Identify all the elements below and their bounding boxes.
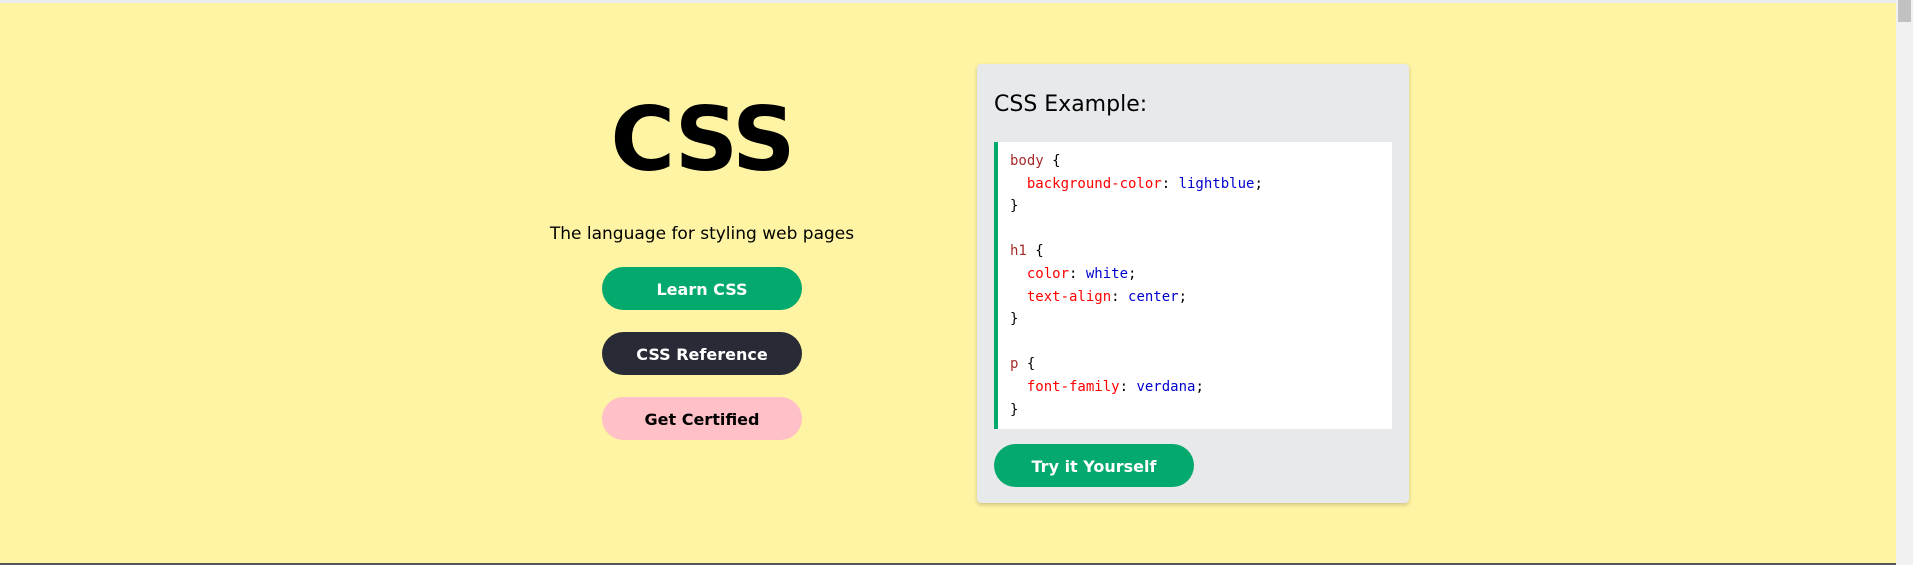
scrollbar-thumb[interactable] — [1898, 0, 1911, 22]
code-token: text-align — [1026, 288, 1112, 305]
code-token: } — [1010, 401, 1019, 418]
code-token: } — [1010, 198, 1019, 215]
code-line: h1 { — [1010, 240, 1380, 263]
code-token: { — [1043, 153, 1061, 169]
code-token: lightblue — [1178, 175, 1255, 192]
code-token: ; — [1178, 288, 1188, 305]
code-token: : — [1119, 378, 1137, 395]
vertical-scrollbar[interactable] — [1896, 0, 1913, 565]
code-token: { — [1018, 356, 1036, 373]
code-token: : — [1161, 175, 1179, 192]
code-line: font-family: verdana; — [1010, 376, 1380, 399]
try-it-yourself-button[interactable]: Try it Yourself — [994, 444, 1194, 487]
code-token: : — [1069, 265, 1086, 282]
code-token: body — [1010, 153, 1044, 169]
get-certified-button[interactable]: Get Certified — [602, 397, 802, 440]
example-title: CSS Example: — [994, 92, 1148, 117]
code-token: ; — [1128, 265, 1137, 282]
hero-section: CSS The language for styling web pages L… — [522, 80, 882, 440]
code-token: color — [1026, 265, 1070, 282]
code-token: center — [1128, 288, 1179, 305]
hero-title: CSS — [610, 88, 795, 191]
code-line: } — [1010, 195, 1380, 218]
code-token: white — [1085, 265, 1129, 282]
code-token: h1 — [1010, 243, 1027, 260]
code-line: background-color: lightblue; — [1010, 173, 1380, 196]
code-token: ; — [1254, 175, 1263, 192]
code-line: color: white; — [1010, 263, 1380, 286]
code-token: background-color — [1026, 175, 1162, 192]
css-example-card: CSS Example: body { background-color: li… — [977, 64, 1409, 503]
css-reference-button[interactable]: CSS Reference — [602, 332, 802, 375]
code-line: } — [1010, 308, 1380, 331]
code-token: font-family — [1026, 378, 1120, 395]
code-token: ; — [1195, 378, 1204, 395]
code-token: verdana — [1136, 378, 1196, 395]
code-line: } — [1010, 399, 1380, 422]
code-token: : — [1111, 288, 1129, 305]
top-divider — [0, 0, 1896, 3]
code-line: text-align: center; — [1010, 286, 1380, 309]
learn-css-button[interactable]: Learn CSS — [602, 267, 802, 310]
code-example-block: body { background-color: lightblue;} h1 {… — [994, 142, 1392, 429]
code-line: body { — [1010, 150, 1380, 173]
page: CSS The language for styling web pages L… — [0, 0, 1913, 565]
code-line: p { — [1010, 353, 1380, 376]
code-token: { — [1026, 243, 1044, 260]
code-token: } — [1010, 311, 1019, 328]
hero-subtitle: The language for styling web pages — [549, 224, 855, 244]
